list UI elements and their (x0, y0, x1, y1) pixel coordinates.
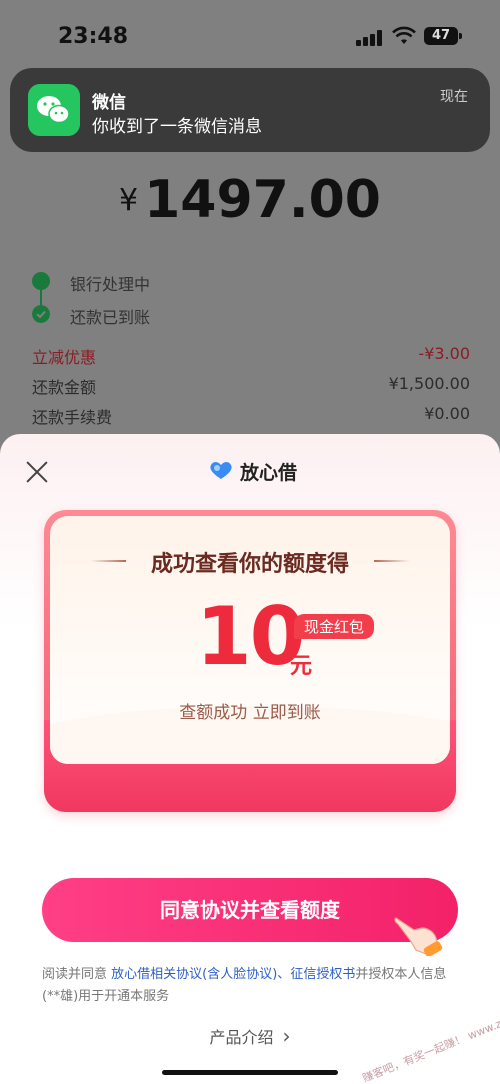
reward-tag: 现金红包 (294, 614, 375, 639)
brand-logo-icon (210, 462, 232, 479)
close-icon[interactable] (24, 458, 52, 486)
notification-time: 现在 (440, 89, 468, 105)
wechat-notification[interactable]: 微信 你收到了一条微信消息 现在 (10, 68, 490, 152)
cellular-signal-icon (356, 30, 384, 46)
reward-amount: 10 (196, 590, 305, 683)
agreement-text: 阅读并同意 放心借相关协议(含人脸协议)、征信授权书并授权本人信息(**雄)用于… (42, 964, 462, 1008)
step-repaid: 还款已到账 (32, 303, 332, 327)
product-intro-label: 产品介绍 (209, 1028, 274, 1047)
fee-row: 还款手续费 ¥0.00 (32, 404, 470, 428)
payment-amount: ¥1497.00 (0, 170, 500, 230)
row-label: 还款金额 (32, 378, 97, 397)
step-label: 银行处理中 (70, 275, 151, 294)
promo-bottom-sheet: 放心借 成功查看你的额度得 10 元 现金红包 查额成功 立即到账 同意协议并查… (0, 434, 500, 1084)
wifi-icon (392, 26, 416, 44)
card-subtitle: 查额成功 立即到账 (179, 703, 321, 723)
step-dot-icon (32, 272, 50, 290)
row-label: 还款手续费 (32, 408, 113, 427)
row-value: -¥3.00 (418, 344, 470, 363)
home-indicator[interactable] (162, 1070, 338, 1075)
reward-unit: 元 (290, 654, 313, 679)
brand-name: 放心借 (240, 462, 298, 484)
step-bank-processing: 银行处理中 (32, 270, 332, 294)
agreement-link-credit[interactable]: 征信授权书 (290, 967, 355, 982)
status-bar: 23:48 47 (0, 0, 500, 70)
notification-app-name: 微信 (92, 93, 126, 113)
row-value: ¥0.00 (424, 404, 470, 423)
wechat-icon (28, 84, 80, 136)
row-label: 立减优惠 (32, 348, 97, 367)
status-time: 23:48 (58, 24, 129, 49)
agreement-prefix: 阅读并同意 (42, 967, 112, 982)
title-divider-right (374, 560, 410, 562)
notification-message: 你收到了一条微信消息 (92, 117, 262, 137)
repay-amount-row: 还款金额 ¥1,500.00 (32, 374, 470, 398)
agreement-link-related[interactable]: 放心借相关协议(含人脸协议) (111, 967, 277, 982)
card-title: 成功查看你的额度得 (150, 552, 349, 577)
chevron-right-icon: › (282, 1024, 291, 1048)
battery-icon: 47 (424, 27, 462, 45)
pointing-hand-icon (394, 917, 443, 956)
discount-row: 立减优惠 -¥3.00 (32, 344, 470, 368)
check-circle-icon (32, 305, 50, 323)
step-label: 还款已到账 (70, 308, 151, 327)
agreement-separator: 、 (277, 967, 291, 982)
row-value: ¥1,500.00 (388, 374, 470, 393)
reward-card: 成功查看你的额度得 10 元 现金红包 查额成功 立即到账 (44, 510, 456, 812)
amount-value: 1497.00 (144, 170, 381, 230)
currency-symbol: ¥ (119, 182, 139, 218)
